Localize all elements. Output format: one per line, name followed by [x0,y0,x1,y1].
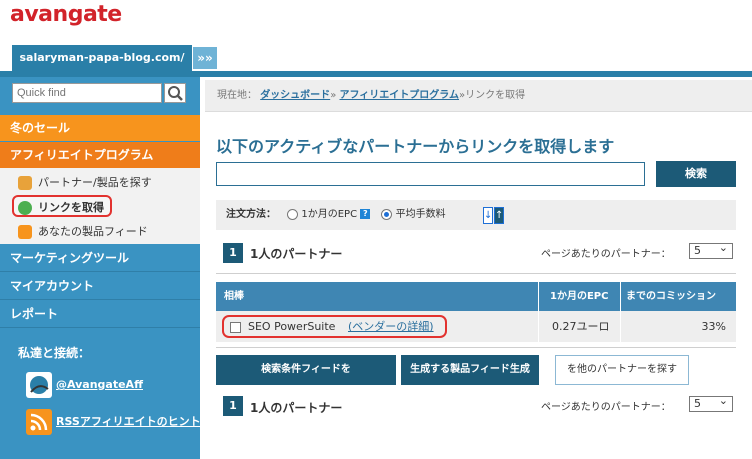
row-highlight [222,315,447,338]
twitter-link[interactable]: @AvangateAff [26,370,143,400]
product-feed-button[interactable]: 生成する製品フィード生成 [401,355,539,385]
breadcrumb-sep: » [330,90,337,101]
sidebar-item-label: パートナー/製品を探す [38,176,152,189]
commission-value: 33% [701,320,726,333]
col-commission: までのコミッション [626,291,716,302]
rss-icon [26,409,52,435]
find-partners-button[interactable]: を他のパートナーを探す [555,355,689,385]
twitter-icon [26,372,52,398]
sort-bar: 注文方法： 1か月のEPC ? 平均手数料 [216,200,736,230]
search-feed-button[interactable]: 検索条件フィードを [216,355,396,385]
sidebar-item-label: リンクを取得 [38,201,104,214]
sort-epc-radio[interactable] [287,208,299,220]
rss-icon [18,225,32,239]
breadcrumb-prefix: 現在地： [217,90,257,101]
per-page-select[interactable]: 5 [689,394,733,412]
epc-value: 0.27ユーロ [552,320,610,333]
nav-my-account[interactable]: マイアカウント [0,273,200,300]
social-label: @AvangateAff [56,378,143,391]
sidebar-item-get-links[interactable]: リンクを取得 [12,195,112,217]
col-epc: 1か月のEPC [550,291,609,302]
sidebar-item-label: あなたの製品フィード [38,225,148,238]
col-divider [538,282,539,311]
social-label: RSSアフィリエイトのヒント [56,415,201,428]
divider [216,273,736,274]
quick-find-button[interactable] [164,83,186,103]
search-icon [168,86,183,101]
nav-affiliate-program[interactable]: アフィリエイトプログラム [0,142,200,168]
partner-count: 1人のパートナー [250,401,343,415]
per-page-select[interactable]: 5 [689,241,733,259]
col-divider [620,282,621,311]
search-button[interactable]: 検索 [656,161,736,187]
sort-label: 注文方法： [226,209,276,220]
expand-sites-button[interactable]: »» [193,47,217,69]
nav-reports[interactable]: レポート [0,301,200,328]
divider [216,347,736,348]
sort-descending-icon[interactable]: ↑ [494,207,504,224]
link-icon [18,201,32,215]
page-title: 以下のアクティブなパートナーからリンクを取得します [216,137,615,156]
breadcrumb-affiliate[interactable]: アフィリエイトプログラム [340,90,460,101]
avangate-logo[interactable]: avangate [10,2,122,27]
site-tab[interactable]: salaryman-papa-blog.com/ [12,45,192,71]
col-partner: 相棒 [224,291,244,302]
connect-title: 私達と接続： [18,346,91,360]
page-number[interactable]: 1 [223,243,243,263]
per-page-label: ページあたりのパートナー： [541,249,671,260]
breadcrumb-current: リンクを取得 [465,90,526,101]
breadcrumb-dashboard[interactable]: ダッシュボード [260,90,330,101]
sort-commission-label: 平均手数料 [395,209,446,220]
quick-find-input[interactable] [12,83,162,103]
sort-commission-radio[interactable] [381,208,393,220]
per-page-label: ページあたりのパートナー： [541,402,671,413]
nav-winter-sale[interactable]: 冬のセール [0,115,200,141]
page-number[interactable]: 1 [223,396,243,416]
sidebar-item-product-feed[interactable]: あなたの製品フィード [14,221,148,243]
col-divider [538,311,539,342]
partner-search-input[interactable] [216,162,645,186]
col-divider [620,311,621,342]
partners-table-header: 相棒 1か月のEPC までのコミッション [216,282,736,311]
rss-tips-link[interactable]: RSSアフィリエイトのヒント [26,407,201,437]
partner-count: 1人のパートナー [250,247,343,261]
sort-epc-label: 1か月のEPC [301,209,358,220]
nav-marketing-tools[interactable]: マーケティングツール [0,245,200,272]
partners-icon [18,176,32,190]
sort-ascending-icon[interactable]: ↓ [483,207,493,224]
breadcrumb: 現在地： ダッシュボード» アフィリエイトプログラム»リンクを取得 [205,80,752,112]
sidebar-item-find-partners[interactable]: パートナー/製品を探す [14,172,152,194]
help-icon[interactable]: ? [360,209,371,219]
